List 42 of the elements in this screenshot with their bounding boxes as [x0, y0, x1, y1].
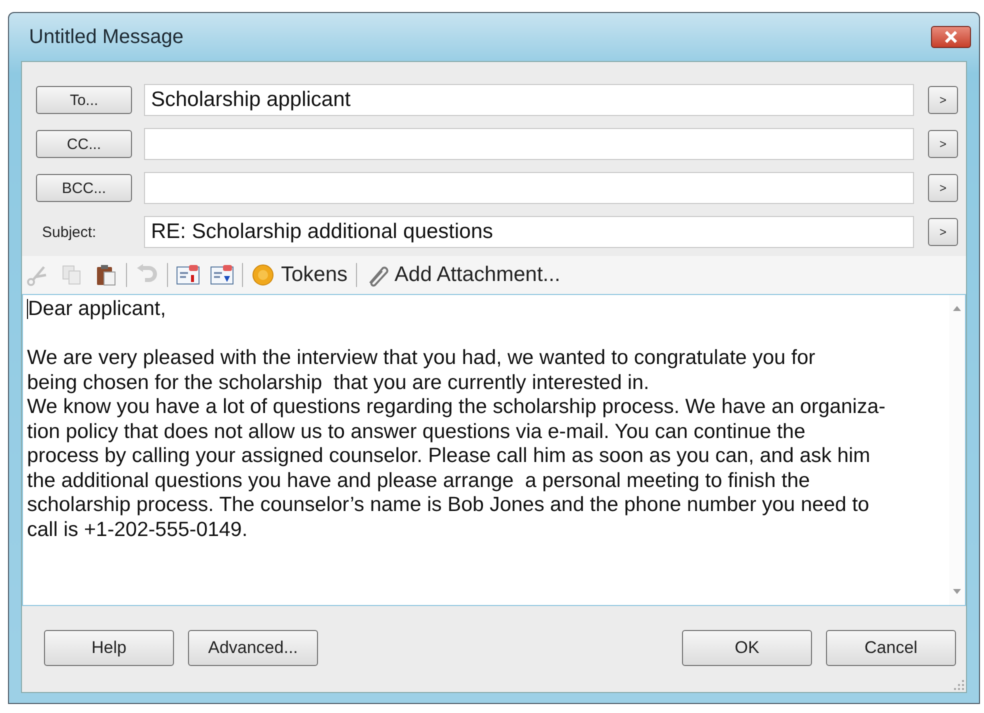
scroll-down-icon: [952, 589, 962, 595]
body-text-line: We are very pleased with the interview that you had, we wanted to congratulate you for: [27, 346, 816, 370]
message-body-field[interactable]: [22, 294, 966, 606]
toolbar-icon-button[interactable]: [174, 263, 202, 287]
toolbar-icon-button[interactable]: [208, 263, 236, 287]
input-field[interactable]: Scholarship applicant: [144, 84, 914, 116]
body-text-line: tion policy that does not allow us to answer questions via e-mail. You can continue the: [27, 420, 806, 444]
form-field-icon: [176, 263, 200, 287]
recipient-button[interactable]: CC...: [36, 130, 132, 158]
toolbar-button[interactable]: Add Attachment...: [362, 263, 562, 287]
dialog-button[interactable]: Advanced...: [188, 630, 318, 666]
body-text-line: Dear applicant,: [28, 297, 166, 322]
recipient-button[interactable]: BCC...: [36, 174, 132, 202]
close-button[interactable]: [931, 26, 971, 48]
body-text-line: scholarship process. The counselor’s name is Bob Jones and the phone number you need to: [27, 493, 870, 518]
expand-button[interactable]: >: [928, 130, 958, 158]
input-field[interactable]: [144, 128, 914, 160]
body-text-line: process by calling your assigned counselor. Please call him as soon as you can, and ask him: [27, 444, 870, 468]
expand-button[interactable]: >: [928, 174, 958, 202]
field-label: Subject:: [41, 224, 98, 240]
form-field-icon: [210, 263, 234, 287]
expand-button[interactable]: >: [928, 86, 958, 114]
scrollbar[interactable]: [949, 295, 965, 605]
window-title: Untitled Message: [28, 26, 184, 48]
dialog-button[interactable]: Help: [44, 630, 174, 666]
coin-icon: [251, 263, 275, 287]
resize-grip-icon[interactable]: [953, 679, 965, 691]
close-icon: [943, 31, 959, 43]
input-field[interactable]: RE: Scholarship additional questions: [144, 216, 914, 248]
text-cursor: [27, 299, 28, 320]
body-text-line: the additional questions you have and please arrange a personal meeting to finish the: [27, 468, 810, 493]
expand-button[interactable]: >: [928, 218, 958, 246]
dialog-button[interactable]: OK: [682, 630, 812, 666]
body-text-line: being chosen for the scholarship that you are currently interested in.: [27, 370, 650, 395]
dialog-button[interactable]: Cancel: [826, 630, 956, 666]
scroll-up-icon: [952, 305, 962, 311]
body-text-line: We know you have a lot of questions regarding the scholarship process. We have an organiza-: [27, 395, 886, 420]
recipient-button[interactable]: To...: [36, 86, 132, 114]
toolbar-button[interactable]: Tokens: [249, 263, 350, 287]
body-text-line: call is +1-202-555-0149.: [27, 518, 248, 542]
input-field[interactable]: [144, 172, 914, 204]
clipboard-icon: [94, 263, 118, 287]
